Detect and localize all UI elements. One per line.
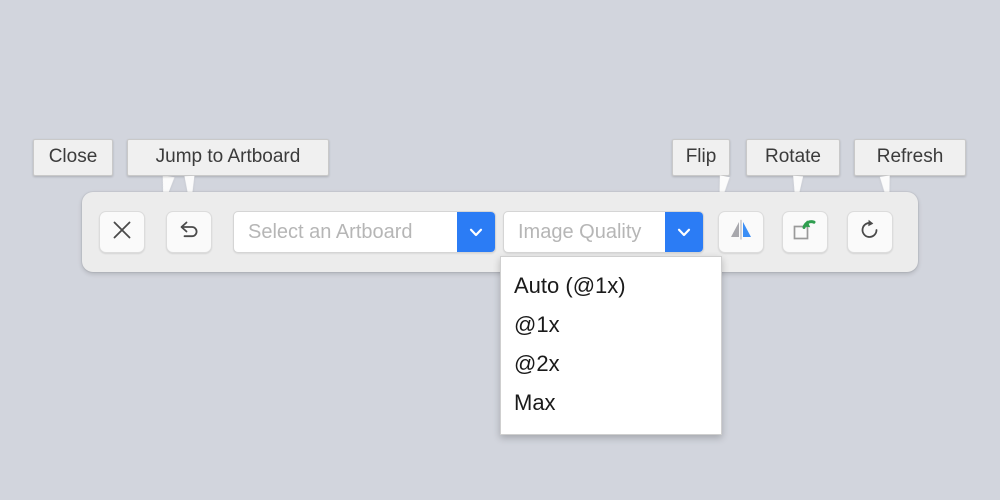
callout-rotate: Rotate	[746, 139, 840, 176]
callout-close: Close	[33, 139, 113, 176]
refresh-button[interactable]	[847, 211, 893, 253]
callout-jump-to-artboard-label: Jump to Artboard	[155, 146, 301, 167]
menu-item-2x[interactable]: @2x	[501, 344, 721, 383]
undo-arrow-icon	[177, 218, 201, 247]
flip-horizontal-icon	[727, 218, 755, 247]
menu-item-label: @2x	[514, 351, 560, 376]
close-button[interactable]	[99, 211, 145, 253]
close-x-icon	[111, 219, 133, 246]
image-quality-dropdown-menu[interactable]: Auto (@1x) @1x @2x Max	[500, 256, 722, 435]
jump-to-artboard-button[interactable]	[166, 211, 212, 253]
menu-item-label: Auto (@1x)	[514, 273, 626, 298]
menu-item-1x[interactable]: @1x	[501, 305, 721, 344]
menu-item-label: @1x	[514, 312, 560, 337]
callout-flip: Flip	[672, 139, 730, 176]
callout-close-label: Close	[48, 146, 98, 167]
rotate-square-icon	[791, 217, 819, 248]
refresh-circular-arrow-icon	[858, 218, 882, 247]
image-quality-select-value: Image Quality	[518, 220, 642, 243]
callout-refresh-label: Refresh	[876, 146, 944, 167]
artboard-select-chevron-down-icon[interactable]	[457, 212, 495, 252]
menu-item-max[interactable]: Max	[501, 383, 721, 422]
image-quality-select[interactable]: Image Quality	[503, 211, 704, 253]
menu-item-label: Max	[514, 390, 556, 415]
menu-item-auto-1x[interactable]: Auto (@1x)	[501, 266, 721, 305]
image-quality-chevron-down-icon[interactable]	[665, 212, 703, 252]
flip-button[interactable]	[718, 211, 764, 253]
callout-refresh: Refresh	[854, 139, 966, 176]
artboard-select-value: Select an Artboard	[248, 220, 413, 243]
rotate-button[interactable]	[782, 211, 828, 253]
callout-rotate-label: Rotate	[765, 146, 821, 167]
artboard-select[interactable]: Select an Artboard	[233, 211, 496, 253]
callout-jump-to-artboard: Jump to Artboard	[127, 139, 329, 176]
callout-flip-label: Flip	[685, 146, 717, 167]
